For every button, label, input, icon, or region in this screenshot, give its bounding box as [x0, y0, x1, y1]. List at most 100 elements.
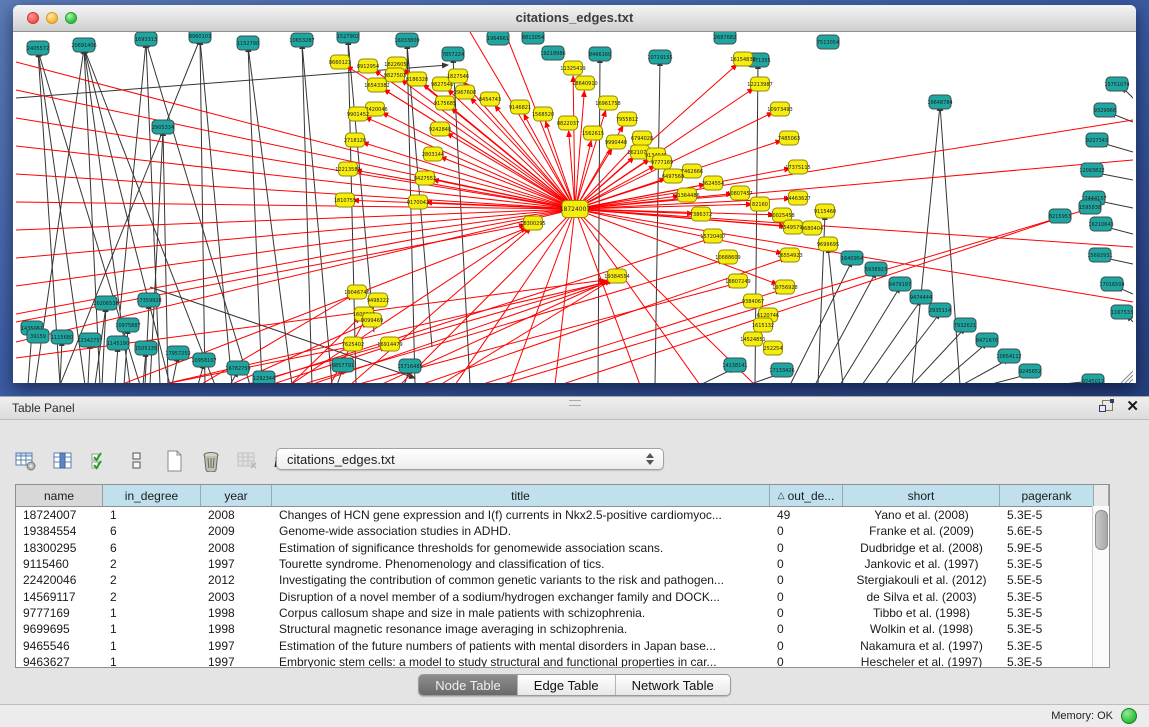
cell-pagerank[interactable]: 5.3E-5: [1000, 655, 1094, 668]
graph-edge[interactable]: [16, 146, 575, 209]
row-height-icon[interactable]: [125, 449, 149, 473]
table-row[interactable]: 1830029562008Estimation of significance …: [16, 540, 1109, 556]
table-row[interactable]: 1456911722003Disruption of a novel membe…: [16, 588, 1109, 604]
float-panel-icon[interactable]: [1099, 399, 1114, 414]
cell-title[interactable]: Changes of HCN gene expression and I(f) …: [272, 508, 770, 522]
cell-year[interactable]: 2003: [201, 590, 272, 604]
tab-node-table[interactable]: Node Table: [419, 675, 518, 695]
table-scrollbar[interactable]: [1092, 506, 1109, 668]
cell-title[interactable]: Investigating the contribution of common…: [272, 573, 770, 587]
graph-edge[interactable]: [885, 313, 940, 383]
graph-edge[interactable]: [200, 39, 205, 383]
cell-in_degree[interactable]: 2: [103, 590, 201, 604]
resize-grip-icon[interactable]: [1125, 375, 1133, 383]
graph-edge[interactable]: [655, 60, 660, 383]
cell-short[interactable]: Stergiakouli et al. (2012): [843, 573, 1000, 587]
network-canvas[interactable]: 2405572206914061693313896010311527901065…: [16, 32, 1133, 383]
cell-title[interactable]: Disruption of a novel member of a sodium…: [272, 590, 770, 604]
cell-name[interactable]: 9699695: [16, 622, 103, 636]
cell-year[interactable]: 2009: [201, 524, 272, 538]
column-header-year[interactable]: year: [201, 485, 272, 506]
cell-out_de[interactable]: 0: [770, 573, 843, 587]
cell-in_degree[interactable]: 1: [103, 622, 201, 636]
cell-in_degree[interactable]: 1: [103, 639, 201, 653]
column-header-name[interactable]: name: [16, 485, 103, 506]
graph-edge[interactable]: [560, 219, 1056, 383]
cell-year[interactable]: 1998: [201, 606, 272, 620]
cell-year[interactable]: 2008: [201, 541, 272, 555]
cell-title[interactable]: Corpus callosum shape and size in male p…: [272, 606, 770, 620]
cell-year[interactable]: 1997: [201, 655, 272, 668]
graph-edge[interactable]: [163, 130, 168, 383]
graph-edge[interactable]: [302, 43, 312, 383]
select-rows-icon[interactable]: [88, 449, 112, 473]
table-row[interactable]: 969969511998Structural magnetic resonanc…: [16, 621, 1109, 637]
table-row[interactable]: 946362711997Embryonic stem cells: a mode…: [16, 654, 1109, 668]
cell-name[interactable]: 9465546: [16, 639, 103, 653]
cell-short[interactable]: de Silva et al. (2003): [843, 590, 1000, 604]
cell-name[interactable]: 18724007: [16, 508, 103, 522]
cell-in_degree[interactable]: 6: [103, 524, 201, 538]
cell-in_degree[interactable]: 1: [103, 508, 201, 522]
graph-edge[interactable]: [575, 111, 606, 209]
tab-edge-table[interactable]: Edge Table: [518, 675, 616, 695]
window-titlebar[interactable]: citations_edges.txt: [13, 5, 1136, 32]
graph-edge[interactable]: [912, 328, 965, 383]
cell-title[interactable]: Estimation of the future numbers of pati…: [272, 639, 770, 653]
cell-title[interactable]: Structural magnetic resonance image aver…: [272, 622, 770, 636]
cell-pagerank[interactable]: 5.3E-5: [1000, 622, 1094, 636]
cell-title[interactable]: Genome-wide association studies in ADHD.: [272, 524, 770, 538]
table-row[interactable]: 946554611997Estimation of the future num…: [16, 637, 1109, 653]
column-header-short[interactable]: short: [843, 485, 1000, 506]
cell-year[interactable]: 2008: [201, 508, 272, 522]
cell-name[interactable]: 9777169: [16, 606, 103, 620]
table-row[interactable]: 1872400712008Changes of HCN gene express…: [16, 507, 1109, 523]
new-table-icon[interactable]: [162, 449, 186, 473]
cell-year[interactable]: 1997: [201, 557, 272, 571]
cell-short[interactable]: Hescheler et al. (1997): [843, 655, 1000, 668]
cell-title[interactable]: Tourette syndrome. Phenomenology and cla…: [272, 557, 770, 571]
tab-network-table[interactable]: Network Table: [616, 675, 730, 695]
graph-edge[interactable]: [60, 340, 62, 383]
panel-drag-handle[interactable]: [569, 400, 581, 406]
table-selector-dropdown[interactable]: citations_edges.txt: [276, 448, 664, 470]
cell-out_de[interactable]: 0: [770, 557, 843, 571]
cell-in_degree[interactable]: 2: [103, 573, 201, 587]
graph-edge[interactable]: [16, 209, 575, 230]
table-row[interactable]: 2242004622012Investigating the contribut…: [16, 572, 1109, 588]
cell-out_de[interactable]: 0: [770, 622, 843, 636]
cell-out_de[interactable]: 0: [770, 590, 843, 604]
graph-edge[interactable]: [546, 122, 575, 209]
close-panel-icon[interactable]: ✕: [1126, 399, 1139, 414]
cell-pagerank[interactable]: 5.3E-5: [1000, 557, 1094, 571]
column-header-in_degree[interactable]: in_degree: [103, 485, 201, 506]
cell-out_de[interactable]: 0: [770, 655, 843, 668]
resize-grip-icon[interactable]: [1129, 379, 1133, 383]
citation-network-graph[interactable]: 2405572206914061693313896010311527901065…: [16, 32, 1133, 383]
cell-name[interactable]: 22420046: [16, 573, 103, 587]
graph-edge[interactable]: [16, 225, 525, 322]
cell-short[interactable]: Jankovic et al. (1997): [843, 557, 1000, 571]
cell-name[interactable]: 18300295: [16, 541, 103, 555]
cell-name[interactable]: 9463627: [16, 655, 103, 668]
graph-edge[interactable]: [912, 105, 940, 383]
table-row[interactable]: 911546021997Tourette syndrome. Phenomeno…: [16, 556, 1109, 572]
cell-out_de[interactable]: 0: [770, 524, 843, 538]
graph-edge[interactable]: [815, 272, 876, 383]
cell-in_degree[interactable]: 2: [103, 557, 201, 571]
cell-in_degree[interactable]: 1: [103, 606, 201, 620]
table-row[interactable]: 977716911998Corpus callosum shape and si…: [16, 605, 1109, 621]
cell-year[interactable]: 2012: [201, 573, 272, 587]
graph-edge[interactable]: [16, 209, 575, 258]
cell-pagerank[interactable]: 5.3E-5: [1000, 590, 1094, 604]
cell-name[interactable]: 9115460: [16, 557, 103, 571]
cell-pagerank[interactable]: 5.3E-5: [1000, 606, 1094, 620]
cell-pagerank[interactable]: 5.9E-5: [1000, 541, 1094, 555]
cell-title[interactable]: Estimation of significance thresholds fo…: [272, 541, 770, 555]
cell-out_de[interactable]: 0: [770, 639, 843, 653]
cell-out_de[interactable]: 49: [770, 508, 843, 522]
delete-entries-icon[interactable]: [199, 449, 223, 473]
cell-out_de[interactable]: 0: [770, 541, 843, 555]
table-row[interactable]: 1938455462009Genome-wide association stu…: [16, 523, 1109, 539]
graph-edge[interactable]: [16, 62, 575, 209]
